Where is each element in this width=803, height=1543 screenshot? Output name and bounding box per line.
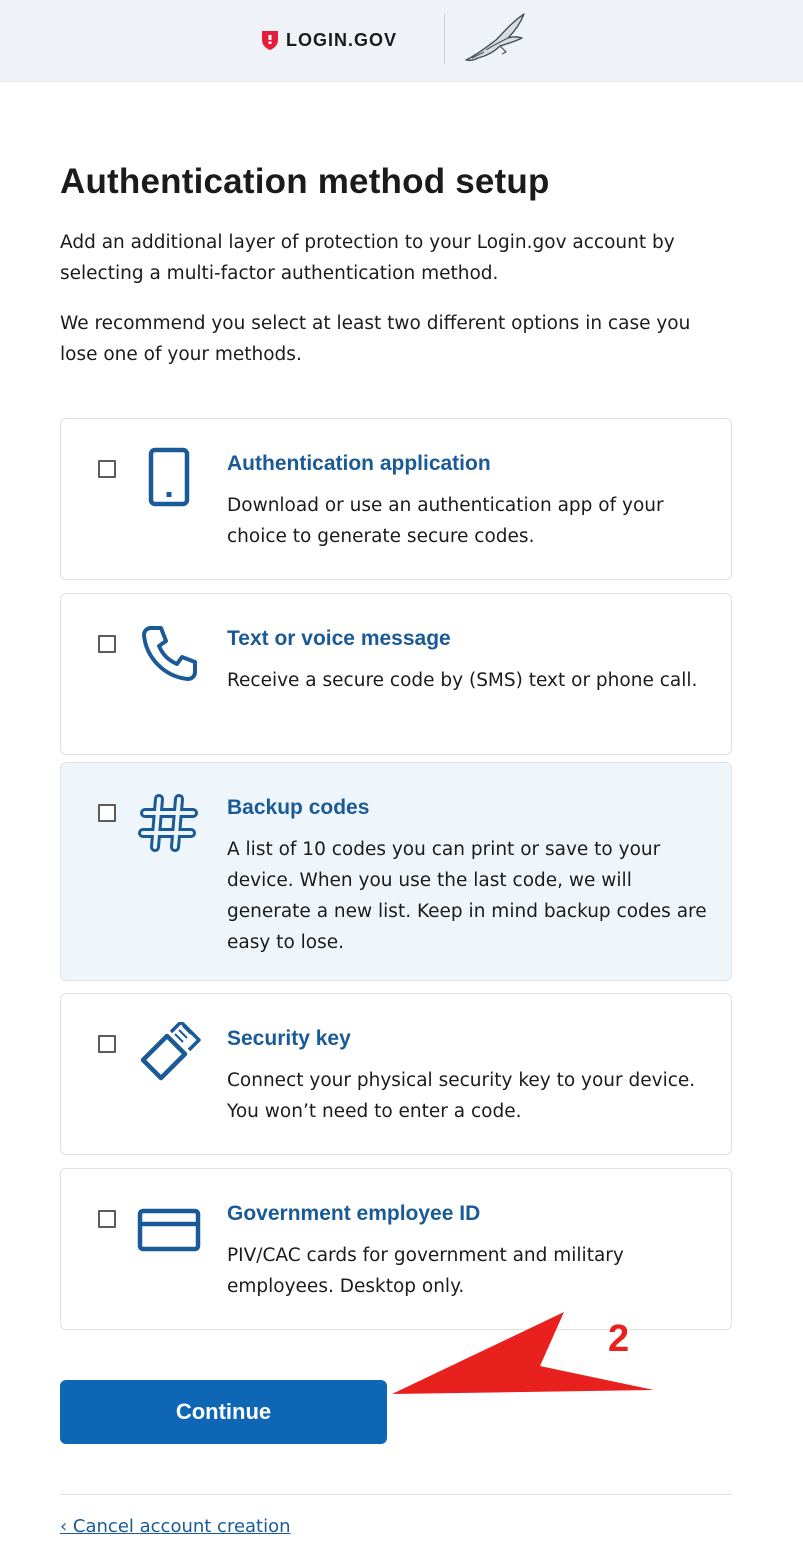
checkbox-security-key[interactable]	[98, 1035, 116, 1053]
mobile-device-icon	[148, 447, 190, 507]
phone-icon	[142, 626, 197, 681]
checkbox-authentication-application[interactable]	[98, 460, 116, 478]
option-text-or-voice[interactable]: Text or voice message Receive a secure c…	[60, 593, 732, 755]
option-description: Receive a secure code by (SMS) text or p…	[227, 670, 698, 691]
eagle-icon	[465, 13, 525, 62]
shield-logo-icon	[262, 31, 278, 50]
option-government-employee-id[interactable]: Government employee ID PIV/CAC cards for…	[60, 1168, 732, 1330]
id-card-icon	[137, 1208, 201, 1252]
option-description: PIV/CAC cards for government and militar…	[227, 1245, 624, 1297]
header-divider	[444, 14, 445, 64]
option-title: Text or voice message	[227, 627, 451, 650]
hashtag-icon	[138, 794, 198, 852]
continue-button[interactable]: Continue	[60, 1380, 387, 1444]
option-description: Connect your physical security key to yo…	[227, 1070, 696, 1122]
page-title: Authentication method setup	[60, 162, 550, 201]
checkbox-government-employee-id[interactable]	[98, 1210, 116, 1228]
cancel-account-creation-link[interactable]: ‹ Cancel account creation	[60, 1516, 291, 1537]
brand-logo[interactable]: LOGIN.GOV	[260, 26, 397, 54]
option-backup-codes[interactable]: Backup codes A list of 10 codes you can …	[60, 762, 732, 981]
option-description: Download or use an authentication app of…	[227, 495, 664, 547]
option-title: Government employee ID	[227, 1202, 481, 1225]
option-title: Backup codes	[227, 796, 370, 819]
brand-text: LOGIN.GOV	[286, 29, 398, 50]
option-description: A list of 10 codes you can print or save…	[227, 839, 707, 953]
site-header: LOGIN.GOV	[0, 0, 803, 82]
option-title: Security key	[227, 1027, 351, 1050]
checkbox-text-or-voice[interactable]	[98, 635, 116, 653]
security-key-icon	[140, 1022, 201, 1081]
option-security-key[interactable]: Security key Connect your physical secur…	[60, 993, 732, 1155]
recommendation-text: We recommend you select at least two dif…	[60, 313, 691, 365]
option-title: Authentication application	[227, 452, 491, 475]
checkbox-backup-codes[interactable]	[98, 804, 116, 822]
option-authentication-application[interactable]: Authentication application Download or u…	[60, 418, 732, 580]
annotation-number: 2	[608, 1318, 630, 1360]
footer-divider	[60, 1494, 732, 1495]
intro-text: Add an additional layer of protection to…	[60, 232, 675, 284]
